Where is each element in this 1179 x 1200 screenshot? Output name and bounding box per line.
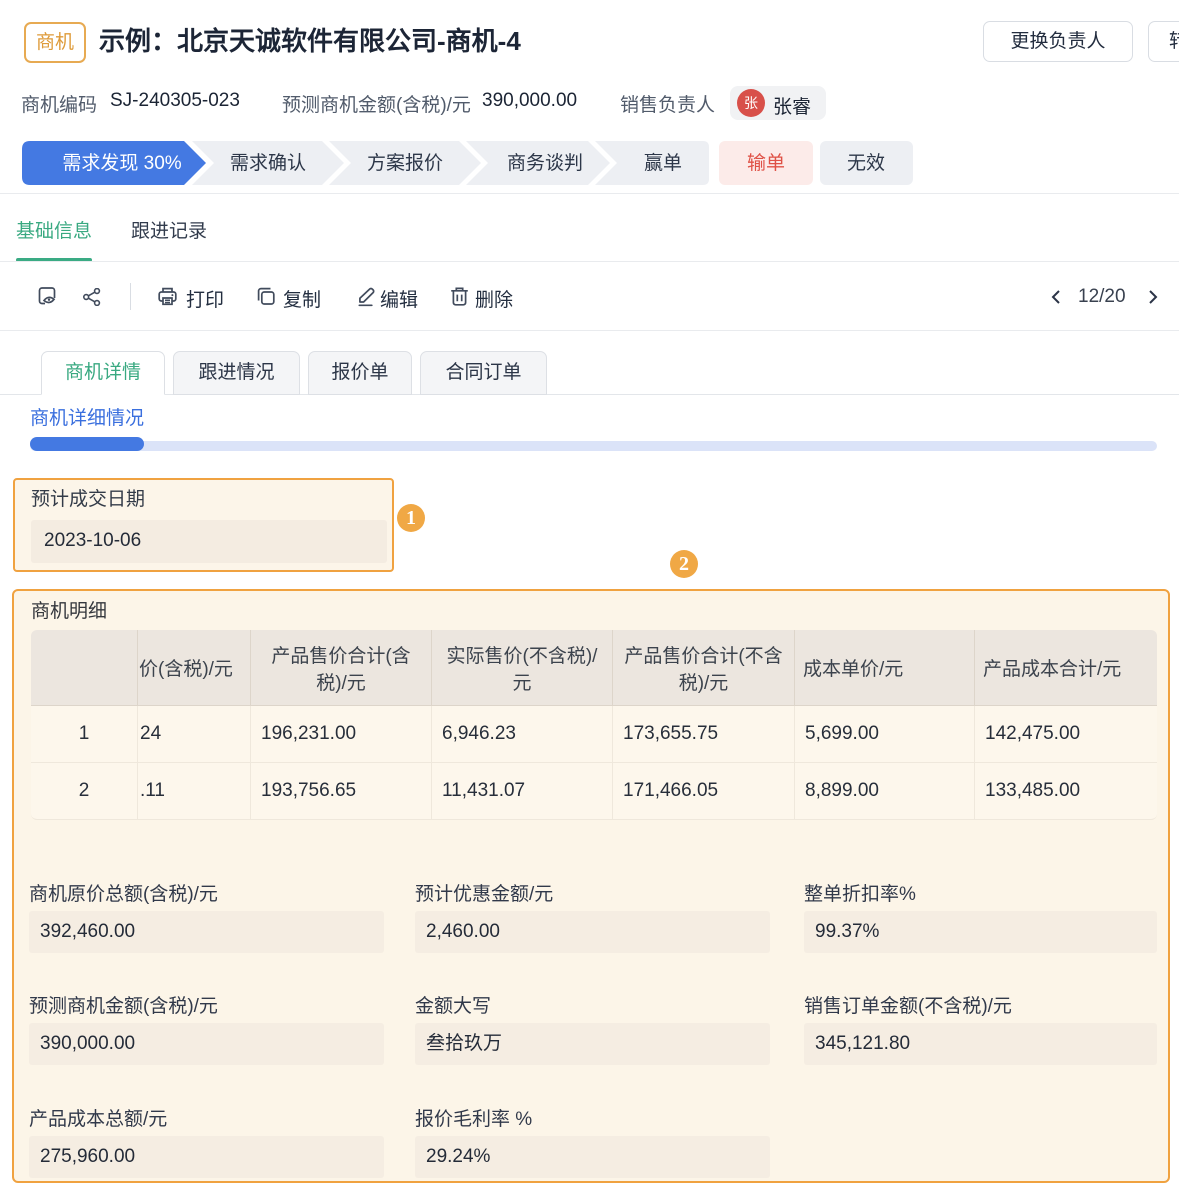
svg-text:方案报价: 方案报价: [367, 152, 443, 174]
svg-text:赢单: 赢单: [644, 152, 682, 174]
svg-text:输单: 输单: [747, 152, 785, 174]
svg-text:商务谈判: 商务谈判: [507, 152, 583, 174]
svg-text:需求确认: 需求确认: [230, 152, 306, 174]
svg-text:无效: 无效: [847, 152, 885, 174]
svg-text:需求发现 30%: 需求发现 30%: [62, 152, 181, 174]
